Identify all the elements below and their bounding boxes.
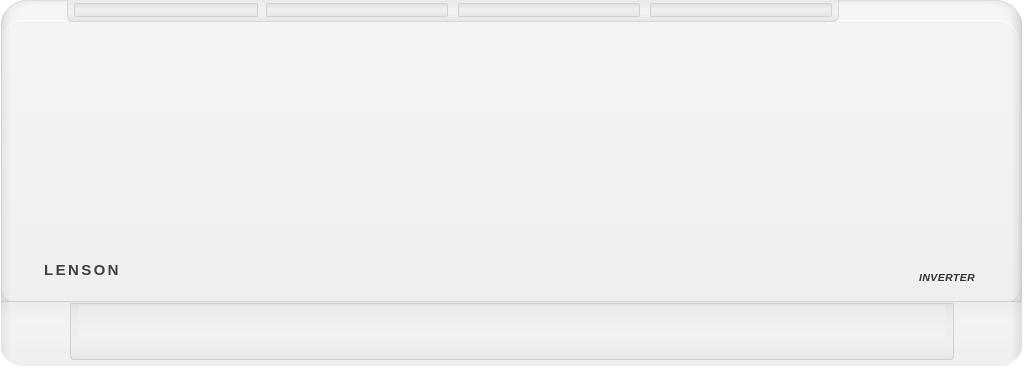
grille-slot xyxy=(650,3,832,17)
left-edge-shading xyxy=(1,10,11,360)
airflow-louver xyxy=(70,303,954,360)
inverter-badge: INVERTER xyxy=(919,272,976,284)
front-panel xyxy=(2,20,1019,302)
grille-slot xyxy=(458,3,640,17)
louver-blade xyxy=(79,306,945,354)
grille-slot xyxy=(74,3,258,17)
air-intake-grille xyxy=(67,0,839,22)
brand-logo: LENSON xyxy=(44,262,121,279)
grille-slot xyxy=(266,3,448,17)
right-edge-shading xyxy=(1010,10,1022,360)
